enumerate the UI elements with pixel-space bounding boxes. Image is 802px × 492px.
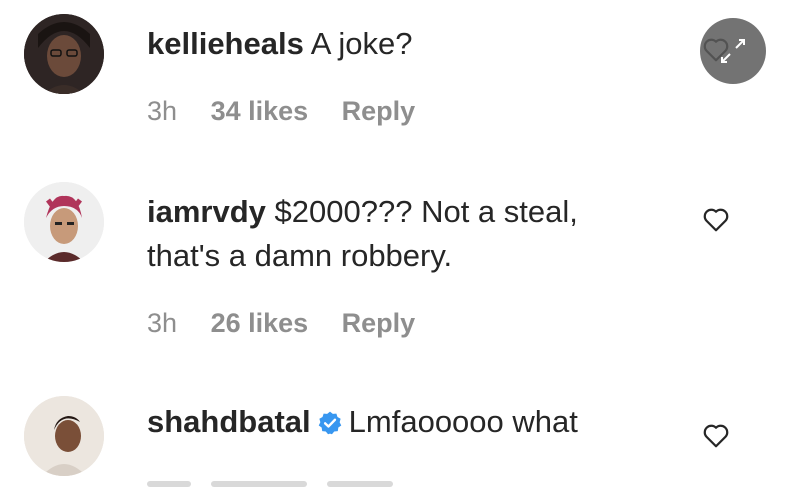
expand-arrows-icon [721, 39, 745, 63]
comment-username[interactable]: shahdbatal [147, 404, 311, 439]
reply-button[interactable]: Reply [342, 96, 416, 126]
comment-meta: 3h 26 likes Reply [147, 308, 441, 339]
likes-count[interactable]: 34 likes [211, 96, 309, 126]
comment-meta: 3h 34 likes Reply [147, 96, 441, 127]
comment-text: kellieheals A joke? [147, 22, 667, 66]
comment-body: A joke? [310, 26, 413, 61]
comment-timestamp[interactable]: 3h [147, 96, 177, 126]
comment-username[interactable]: iamrvdy [147, 194, 266, 229]
comment-meta-cutoff [147, 474, 447, 487]
avatar[interactable] [24, 14, 104, 94]
heart-outline-icon[interactable] [700, 204, 732, 234]
avatar[interactable] [24, 396, 104, 476]
avatar-image [24, 14, 104, 94]
avatar-image [24, 396, 104, 476]
likes-count[interactable]: 26 likes [211, 308, 309, 338]
comment-username[interactable]: kellieheals [147, 26, 304, 61]
avatar[interactable] [24, 182, 104, 262]
avatar-image [24, 182, 104, 262]
verified-badge-icon [318, 411, 341, 435]
comment-timestamp[interactable]: 3h [147, 308, 177, 338]
comment-body: Lmfaooooo what [348, 404, 578, 439]
comment-text: shahdbatal Lmfaooooo what [147, 400, 667, 444]
reply-button[interactable]: Reply [342, 308, 416, 338]
comment-text: iamrvdy $2000??? Not a steal, that's a d… [147, 190, 667, 278]
comment-body-line2: that's a damn robbery. [147, 238, 453, 273]
heart-outline-icon[interactable] [700, 420, 732, 450]
expand-button[interactable] [700, 18, 766, 84]
comment-body: $2000??? Not a steal, [274, 194, 578, 229]
